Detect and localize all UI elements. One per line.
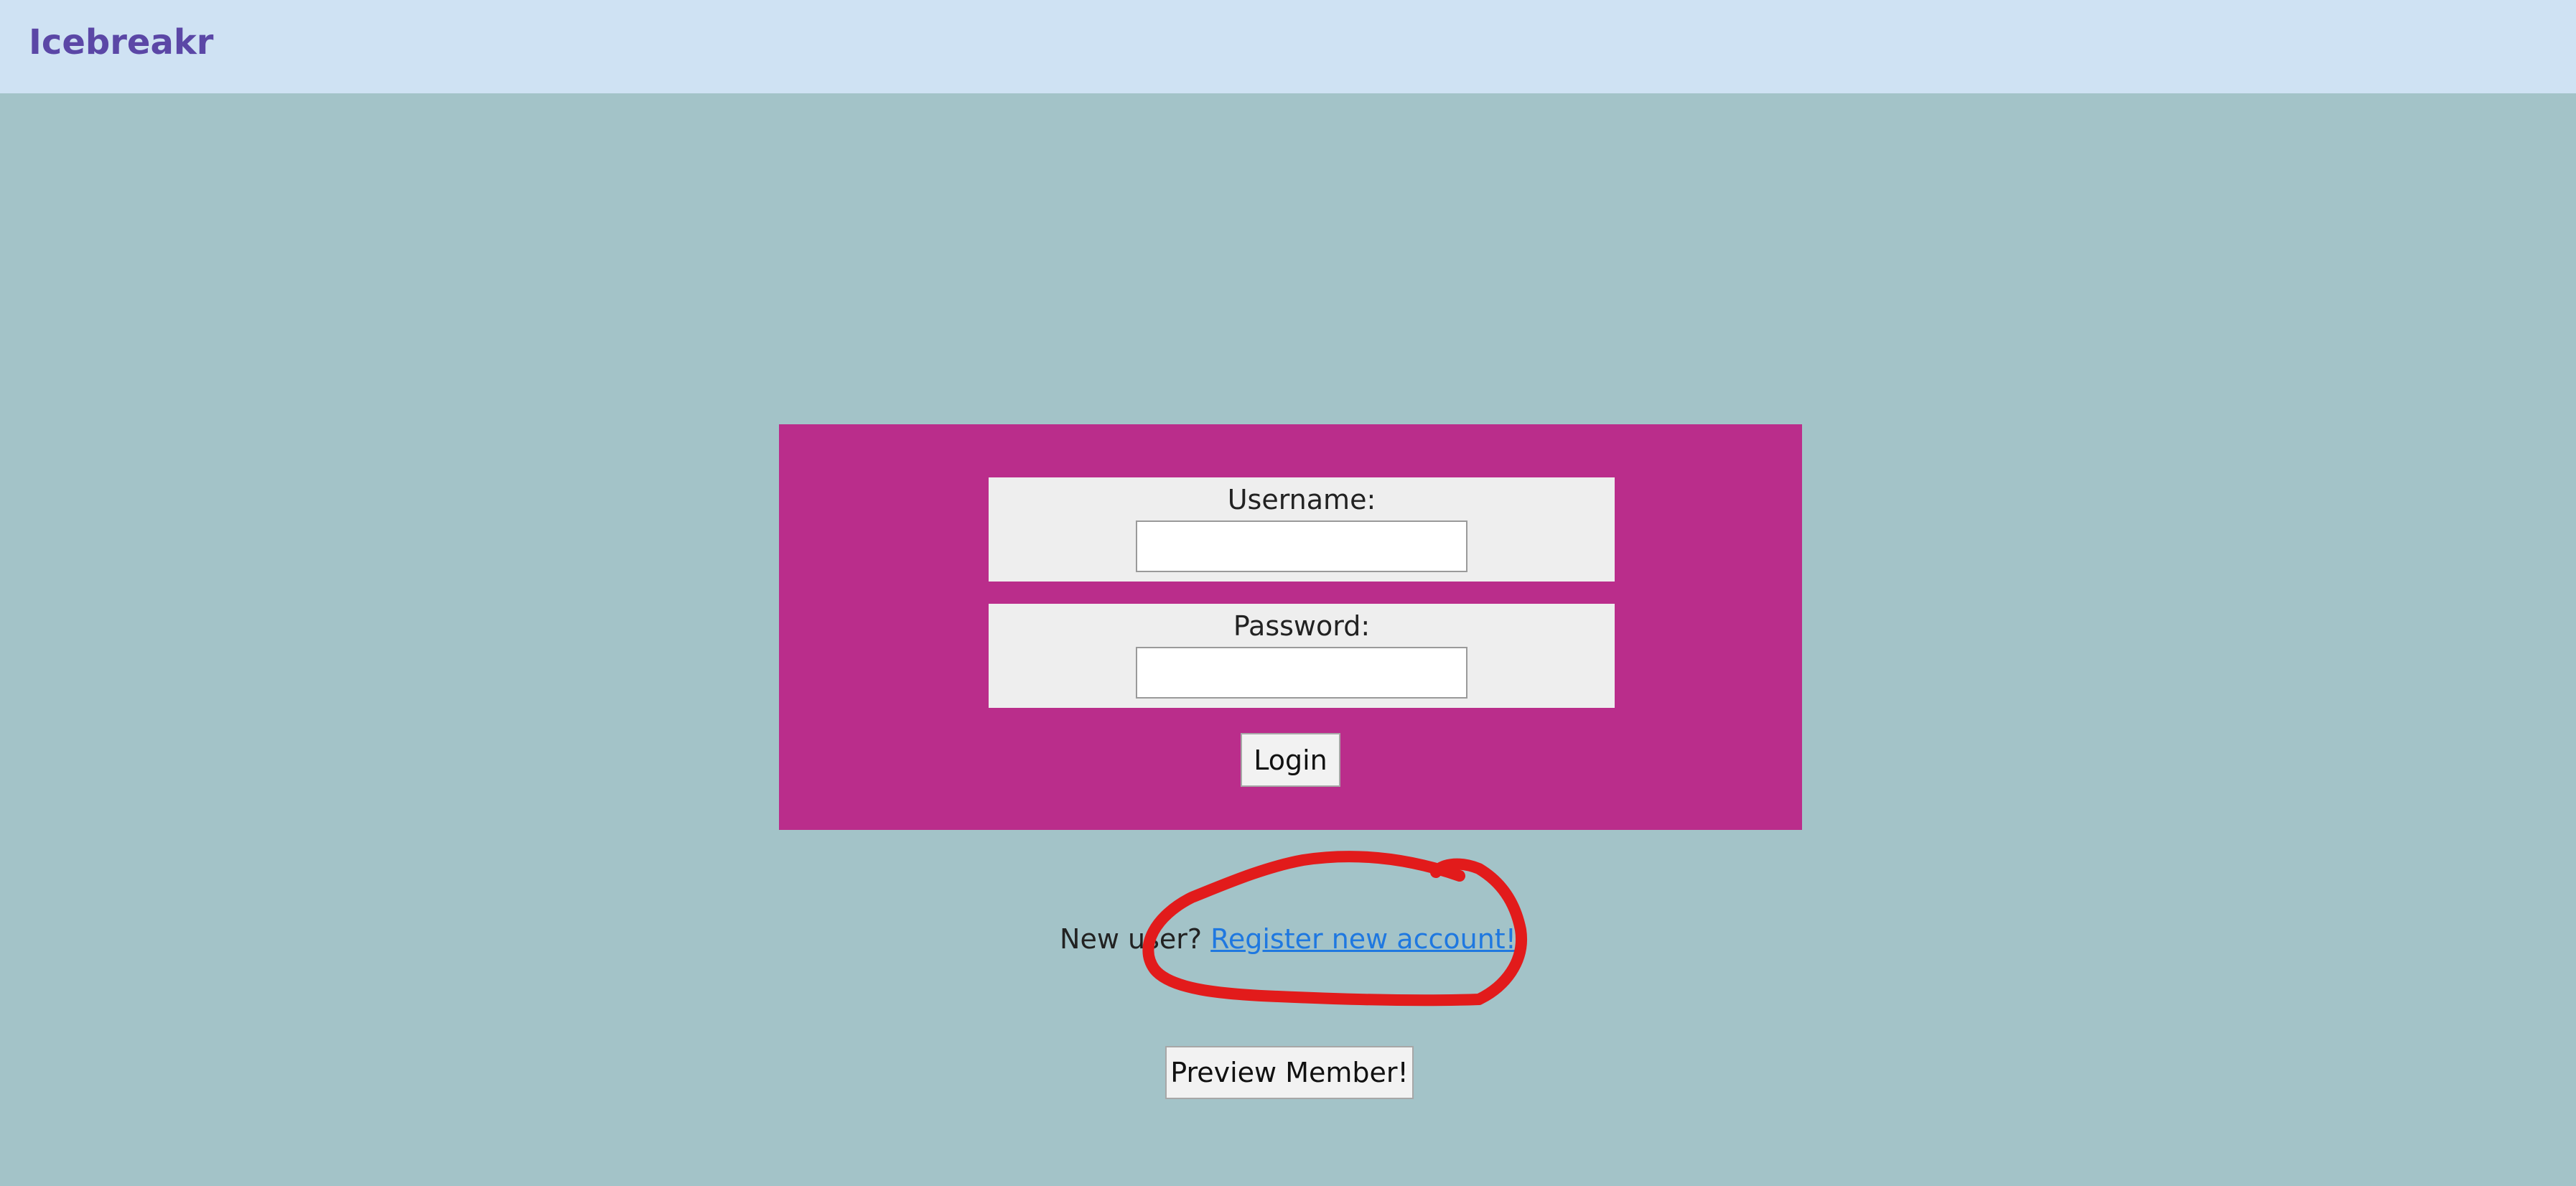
password-input[interactable] xyxy=(1136,647,1467,699)
username-input[interactable] xyxy=(1136,520,1467,572)
preview-member-button[interactable]: Preview Member! xyxy=(1165,1046,1414,1099)
username-field-group: Username: xyxy=(989,477,1615,582)
new-user-prompt: New user? xyxy=(1060,923,1203,955)
brand-logo[interactable]: Icebreakr xyxy=(29,17,213,67)
login-button[interactable]: Login xyxy=(1241,733,1340,787)
password-field-group: Password: xyxy=(989,604,1615,708)
username-label: Username: xyxy=(1227,484,1376,515)
register-line: New user? Register new account! xyxy=(0,921,2576,957)
login-panel: Username: Password: Login xyxy=(779,424,1802,830)
password-label: Password: xyxy=(1233,610,1371,642)
top-navbar: Icebreakr xyxy=(0,0,2576,93)
register-link[interactable]: Register new account! xyxy=(1210,923,1516,955)
